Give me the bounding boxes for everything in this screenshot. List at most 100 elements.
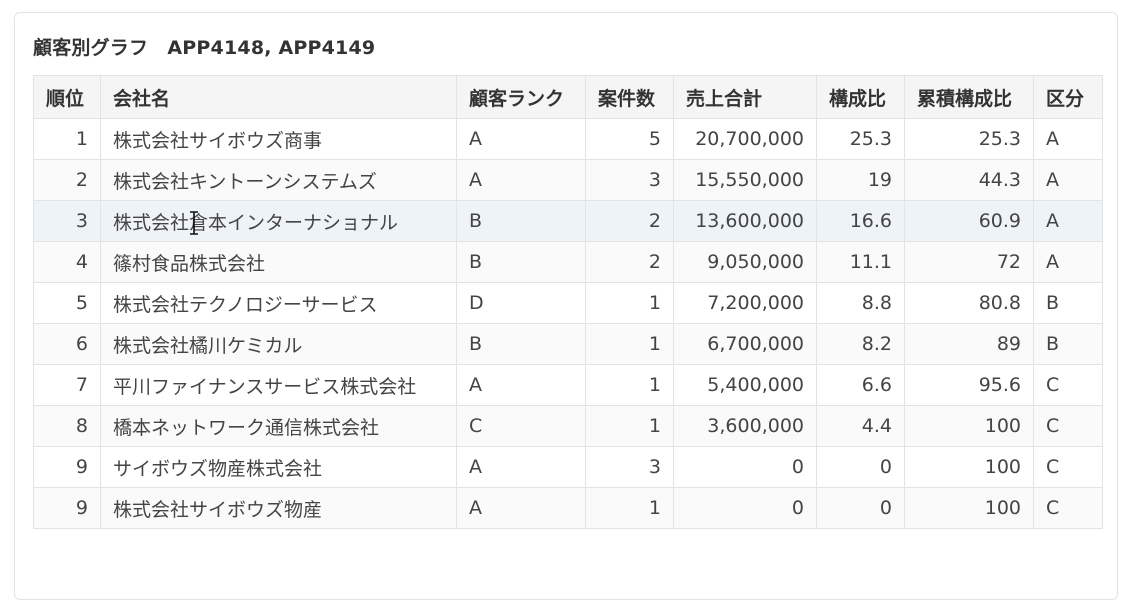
cell-category: B bbox=[1033, 323, 1103, 365]
cell-customer-rank: A bbox=[456, 159, 586, 201]
cell-rank: 9 bbox=[33, 487, 101, 529]
cell-cumulative-ratio: 100 bbox=[904, 487, 1034, 529]
cell-ratio: 8.8 bbox=[816, 282, 905, 324]
table-row[interactable]: 3 株式会社倉本インターナショナル B 2 13,600,000 16.6 60… bbox=[33, 200, 1103, 242]
cell-ratio: 8.2 bbox=[816, 323, 905, 365]
cell-rank: 9 bbox=[33, 446, 101, 488]
cell-rank: 1 bbox=[33, 118, 101, 160]
table-row[interactable]: 4 篠村食品株式会社 B 2 9,050,000 11.1 72 A bbox=[33, 241, 1103, 283]
cell-customer-rank: B bbox=[456, 323, 586, 365]
cell-company: 株式会社橘川ケミカル bbox=[100, 323, 457, 365]
cell-customer-rank: D bbox=[456, 282, 586, 324]
table-header-row: 順位 会社名 顧客ランク 案件数 売上合計 構成比 累積構成比 区分 bbox=[33, 75, 1103, 119]
col-header-deals[interactable]: 案件数 bbox=[585, 75, 674, 119]
table-row[interactable]: 1 株式会社サイボウズ商事 A 5 20,700,000 25.3 25.3 A bbox=[33, 118, 1103, 160]
cell-rank: 2 bbox=[33, 159, 101, 201]
table-row[interactable]: 5 株式会社テクノロジーサービス D 1 7,200,000 8.8 80.8 … bbox=[33, 282, 1103, 324]
cell-cumulative-ratio: 80.8 bbox=[904, 282, 1034, 324]
cell-sales-total: 20,700,000 bbox=[673, 118, 817, 160]
cell-company: 篠村食品株式会社 bbox=[100, 241, 457, 283]
cell-category: A bbox=[1033, 118, 1103, 160]
table-row[interactable]: 2 株式会社キントーンシステムズ A 3 15,550,000 19 44.3 … bbox=[33, 159, 1103, 201]
cell-category: A bbox=[1033, 241, 1103, 283]
cell-deals: 5 bbox=[585, 118, 674, 160]
cell-rank: 8 bbox=[33, 405, 101, 447]
customer-table: 順位 会社名 顧客ランク 案件数 売上合計 構成比 累積構成比 区分 1 株式会… bbox=[33, 75, 1103, 529]
table-row[interactable]: 8 橋本ネットワーク通信株式会社 C 1 3,600,000 4.4 100 C bbox=[33, 405, 1103, 447]
cell-company: 株式会社倉本インターナショナル bbox=[100, 200, 457, 242]
cell-company: 平川ファイナンスサービス株式会社 bbox=[100, 364, 457, 406]
cell-cumulative-ratio: 95.6 bbox=[904, 364, 1034, 406]
cell-cumulative-ratio: 44.3 bbox=[904, 159, 1034, 201]
cell-deals: 1 bbox=[585, 323, 674, 365]
cell-category: C bbox=[1033, 487, 1103, 529]
cell-category: C bbox=[1033, 364, 1103, 406]
cell-sales-total: 13,600,000 bbox=[673, 200, 817, 242]
cell-category: B bbox=[1033, 282, 1103, 324]
cell-ratio: 6.6 bbox=[816, 364, 905, 406]
cell-ratio: 4.4 bbox=[816, 405, 905, 447]
cell-customer-rank: A bbox=[456, 364, 586, 406]
col-header-ratio[interactable]: 構成比 bbox=[816, 75, 905, 119]
cell-customer-rank: B bbox=[456, 241, 586, 283]
cell-ratio: 0 bbox=[816, 446, 905, 488]
cell-company: 株式会社キントーンシステムズ bbox=[100, 159, 457, 201]
cell-sales-total: 9,050,000 bbox=[673, 241, 817, 283]
cell-deals: 1 bbox=[585, 364, 674, 406]
cell-deals: 3 bbox=[585, 446, 674, 488]
cell-customer-rank: B bbox=[456, 200, 586, 242]
cell-company: 株式会社サイボウズ商事 bbox=[100, 118, 457, 160]
cell-sales-total: 6,700,000 bbox=[673, 323, 817, 365]
cell-ratio: 16.6 bbox=[816, 200, 905, 242]
cell-sales-total: 5,400,000 bbox=[673, 364, 817, 406]
cell-category: A bbox=[1033, 159, 1103, 201]
cell-ratio: 0 bbox=[816, 487, 905, 529]
cell-category: C bbox=[1033, 405, 1103, 447]
report-title: 顧客別グラフ APP4148, APP4149 bbox=[33, 37, 376, 59]
cell-customer-rank: C bbox=[456, 405, 586, 447]
cell-deals: 2 bbox=[585, 241, 674, 283]
cell-cumulative-ratio: 100 bbox=[904, 405, 1034, 447]
cell-cumulative-ratio: 89 bbox=[904, 323, 1034, 365]
cell-company: 橋本ネットワーク通信株式会社 bbox=[100, 405, 457, 447]
col-header-customer-rank[interactable]: 顧客ランク bbox=[456, 75, 586, 119]
table-row[interactable]: 7 平川ファイナンスサービス株式会社 A 1 5,400,000 6.6 95.… bbox=[33, 364, 1103, 406]
col-header-rank[interactable]: 順位 bbox=[33, 75, 101, 119]
cell-sales-total: 0 bbox=[673, 446, 817, 488]
col-header-category[interactable]: 区分 bbox=[1033, 75, 1103, 119]
col-header-company[interactable]: 会社名 bbox=[100, 75, 457, 119]
cell-sales-total: 0 bbox=[673, 487, 817, 529]
cell-deals: 2 bbox=[585, 200, 674, 242]
cell-rank: 7 bbox=[33, 364, 101, 406]
cell-deals: 3 bbox=[585, 159, 674, 201]
cell-cumulative-ratio: 100 bbox=[904, 446, 1034, 488]
cell-deals: 1 bbox=[585, 405, 674, 447]
table-row[interactable]: 9 サイボウズ物産株式会社 A 3 0 0 100 C bbox=[33, 446, 1103, 488]
cell-customer-rank: A bbox=[456, 487, 586, 529]
cell-company: 株式会社サイボウズ物産 bbox=[100, 487, 457, 529]
cell-rank: 6 bbox=[33, 323, 101, 365]
cell-cumulative-ratio: 72 bbox=[904, 241, 1034, 283]
cell-sales-total: 3,600,000 bbox=[673, 405, 817, 447]
table-row[interactable]: 9 株式会社サイボウズ物産 A 1 0 0 100 C bbox=[33, 487, 1103, 529]
cell-rank: 5 bbox=[33, 282, 101, 324]
cell-customer-rank: A bbox=[456, 446, 586, 488]
cell-sales-total: 15,550,000 bbox=[673, 159, 817, 201]
cell-customer-rank: A bbox=[456, 118, 586, 160]
cell-deals: 1 bbox=[585, 282, 674, 324]
col-header-cumulative-ratio[interactable]: 累積構成比 bbox=[904, 75, 1034, 119]
cell-category: C bbox=[1033, 446, 1103, 488]
cell-cumulative-ratio: 60.9 bbox=[904, 200, 1034, 242]
col-header-sales-total[interactable]: 売上合計 bbox=[673, 75, 817, 119]
cell-rank: 4 bbox=[33, 241, 101, 283]
cell-ratio: 25.3 bbox=[816, 118, 905, 160]
cell-ratio: 11.1 bbox=[816, 241, 905, 283]
cell-rank: 3 bbox=[33, 200, 101, 242]
cell-ratio: 19 bbox=[816, 159, 905, 201]
cell-sales-total: 7,200,000 bbox=[673, 282, 817, 324]
cell-cumulative-ratio: 25.3 bbox=[904, 118, 1034, 160]
cell-deals: 1 bbox=[585, 487, 674, 529]
cell-company: 株式会社テクノロジーサービス bbox=[100, 282, 457, 324]
table-row[interactable]: 6 株式会社橘川ケミカル B 1 6,700,000 8.2 89 B bbox=[33, 323, 1103, 365]
cell-category: A bbox=[1033, 200, 1103, 242]
